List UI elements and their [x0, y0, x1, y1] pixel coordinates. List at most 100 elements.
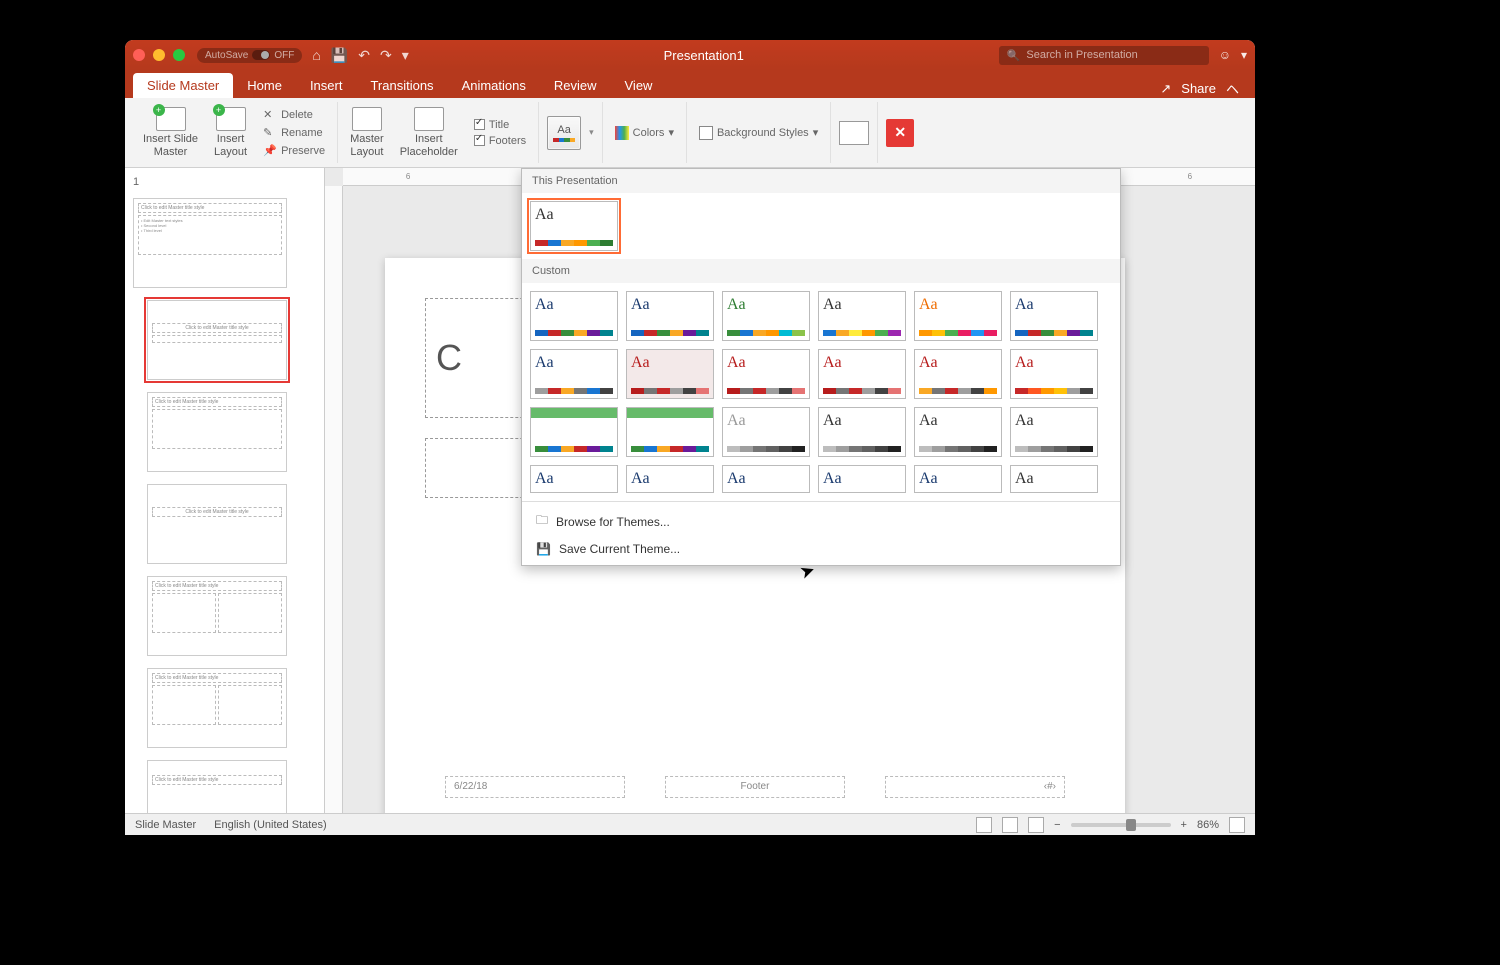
save-icon: 💾: [536, 542, 551, 556]
theme-swatch[interactable]: Aa: [530, 465, 618, 493]
theme-swatch[interactable]: Aa: [818, 291, 906, 341]
qat-more-icon[interactable]: ▾: [402, 47, 409, 64]
theme-swatch[interactable]: Aa: [818, 407, 906, 457]
theme-swatch[interactable]: Aa: [818, 465, 906, 493]
normal-view-button[interactable]: [976, 817, 992, 833]
tab-home[interactable]: Home: [233, 73, 296, 98]
master-layout-icon: [352, 107, 382, 131]
insert-placeholder-button[interactable]: Insert Placeholder: [396, 105, 462, 159]
footer-placeholder[interactable]: Footer: [665, 776, 845, 798]
colors-icon: [615, 126, 629, 140]
zoom-level[interactable]: 86%: [1197, 819, 1219, 831]
fit-to-window-button[interactable]: [1229, 817, 1245, 833]
zoom-out-button[interactable]: −: [1054, 819, 1060, 831]
theme-swatch[interactable]: Aa: [722, 349, 810, 399]
theme-swatch-current[interactable]: Aa: [530, 201, 618, 251]
theme-swatch[interactable]: Aa: [914, 465, 1002, 493]
save-theme-menu-item[interactable]: 💾Save Current Theme...: [522, 537, 1120, 561]
theme-swatch[interactable]: [530, 407, 618, 457]
maximize-window-button[interactable]: [173, 49, 185, 61]
autosave-label: AutoSave: [205, 50, 248, 61]
theme-swatch[interactable]: Aa: [626, 465, 714, 493]
footers-checkbox[interactable]: Footers: [470, 134, 530, 148]
home-icon[interactable]: ⌂: [312, 47, 320, 63]
tab-transitions[interactable]: Transitions: [356, 73, 447, 98]
slide-sorter-view-button[interactable]: [1002, 817, 1018, 833]
canvas-area: 6420246 C 6/22/18 Footer ‹#› This Presen…: [325, 168, 1255, 813]
insert-layout-button[interactable]: + Insert Layout: [210, 105, 251, 159]
colors-button[interactable]: Colors ▾: [611, 125, 678, 141]
tab-animations[interactable]: Animations: [448, 73, 540, 98]
zoom-in-button[interactable]: +: [1181, 819, 1187, 831]
search-input[interactable]: 🔍 Search in Presentation: [999, 46, 1209, 65]
undo-icon[interactable]: ↶: [358, 47, 370, 64]
save-icon[interactable]: 💾: [331, 47, 348, 64]
preserve-icon: 📌: [263, 144, 277, 158]
theme-swatch[interactable]: Aa: [530, 291, 618, 341]
background-icon: [699, 126, 713, 140]
share-button[interactable]: Share: [1181, 81, 1216, 96]
close-master-view-button[interactable]: ✕: [886, 119, 914, 147]
layout-icon: +: [216, 107, 246, 131]
share-icon[interactable]: ↗: [1160, 81, 1171, 97]
view-mode-label: Slide Master: [135, 819, 196, 831]
search-placeholder: Search in Presentation: [1026, 49, 1137, 61]
delete-icon: ✕: [263, 108, 277, 122]
theme-swatch[interactable]: Aa: [914, 349, 1002, 399]
reading-view-button[interactable]: [1028, 817, 1044, 833]
layout-thumbnail[interactable]: Click to edit Master title style: [147, 392, 287, 472]
theme-swatch[interactable]: Aa: [1010, 349, 1098, 399]
layout-thumbnail[interactable]: Click to edit Master title style: [147, 760, 287, 813]
theme-swatch[interactable]: Aa: [1010, 291, 1098, 341]
theme-swatch[interactable]: Aa: [722, 291, 810, 341]
theme-swatch[interactable]: Aa: [722, 465, 810, 493]
insert-slide-master-button[interactable]: + Insert Slide Master: [139, 105, 202, 159]
layout-thumbnail[interactable]: Click to edit Master title style: [147, 576, 287, 656]
master-layout-button[interactable]: Master Layout: [346, 105, 388, 159]
collapse-ribbon-icon[interactable]: ヘ: [1226, 79, 1239, 98]
autosave-switch[interactable]: [252, 50, 270, 60]
dropdown-section-label: Custom: [522, 259, 1120, 283]
theme-swatch[interactable]: Aa: [1010, 465, 1098, 493]
language-label[interactable]: English (United States): [214, 819, 327, 831]
redo-icon[interactable]: ↷: [380, 47, 392, 64]
theme-swatch[interactable]: Aa: [818, 349, 906, 399]
theme-swatch[interactable]: Aa: [626, 291, 714, 341]
theme-swatch[interactable]: Aa: [1010, 407, 1098, 457]
tab-insert[interactable]: Insert: [296, 73, 357, 98]
tab-review[interactable]: Review: [540, 73, 611, 98]
layout-thumbnail[interactable]: Click to edit Master title style: [147, 484, 287, 564]
theme-swatch[interactable]: Aa: [914, 291, 1002, 341]
rename-icon: ✎: [263, 126, 277, 140]
dropdown-section-label: This Presentation: [522, 169, 1120, 193]
account-dropdown-icon[interactable]: ▾: [1241, 48, 1247, 62]
zoom-slider[interactable]: [1071, 823, 1171, 827]
user-account-icon[interactable]: ☺: [1219, 48, 1231, 62]
preserve-button[interactable]: 📌Preserve: [259, 143, 329, 159]
theme-swatch[interactable]: [626, 407, 714, 457]
window-controls: [133, 49, 185, 61]
page-number-placeholder[interactable]: ‹#›: [885, 776, 1065, 798]
tab-view[interactable]: View: [611, 73, 667, 98]
slide-size-button[interactable]: [839, 121, 869, 145]
autosave-toggle[interactable]: AutoSave OFF: [197, 48, 302, 63]
layout-thumbnail[interactable]: Click to edit Master title style: [147, 668, 287, 748]
theme-swatch[interactable]: Aa: [722, 407, 810, 457]
themes-gallery-button[interactable]: Aa: [547, 116, 581, 150]
minimize-window-button[interactable]: [153, 49, 165, 61]
slide-thumbnails-panel[interactable]: 1 Click to edit Master title style • Edi…: [125, 168, 325, 813]
theme-swatch[interactable]: Aa: [530, 349, 618, 399]
background-styles-button[interactable]: Background Styles ▾: [695, 125, 822, 141]
close-window-button[interactable]: [133, 49, 145, 61]
date-placeholder[interactable]: 6/22/18: [445, 776, 625, 798]
themes-dropdown-arrow-icon[interactable]: ▾: [589, 127, 594, 138]
master-thumbnail[interactable]: Click to edit Master title style • Edit …: [133, 198, 287, 288]
delete-button[interactable]: ✕Delete: [259, 107, 329, 123]
theme-swatch[interactable]: Aa: [626, 349, 714, 399]
tab-slide-master[interactable]: Slide Master: [133, 73, 233, 98]
layout-thumbnail[interactable]: Click to edit Master title style: [147, 300, 287, 380]
theme-swatch[interactable]: Aa: [914, 407, 1002, 457]
rename-button[interactable]: ✎Rename: [259, 125, 329, 141]
title-checkbox[interactable]: Title: [470, 118, 530, 132]
browse-themes-menu-item[interactable]: 🗀Browse for Themes...: [522, 506, 1120, 537]
